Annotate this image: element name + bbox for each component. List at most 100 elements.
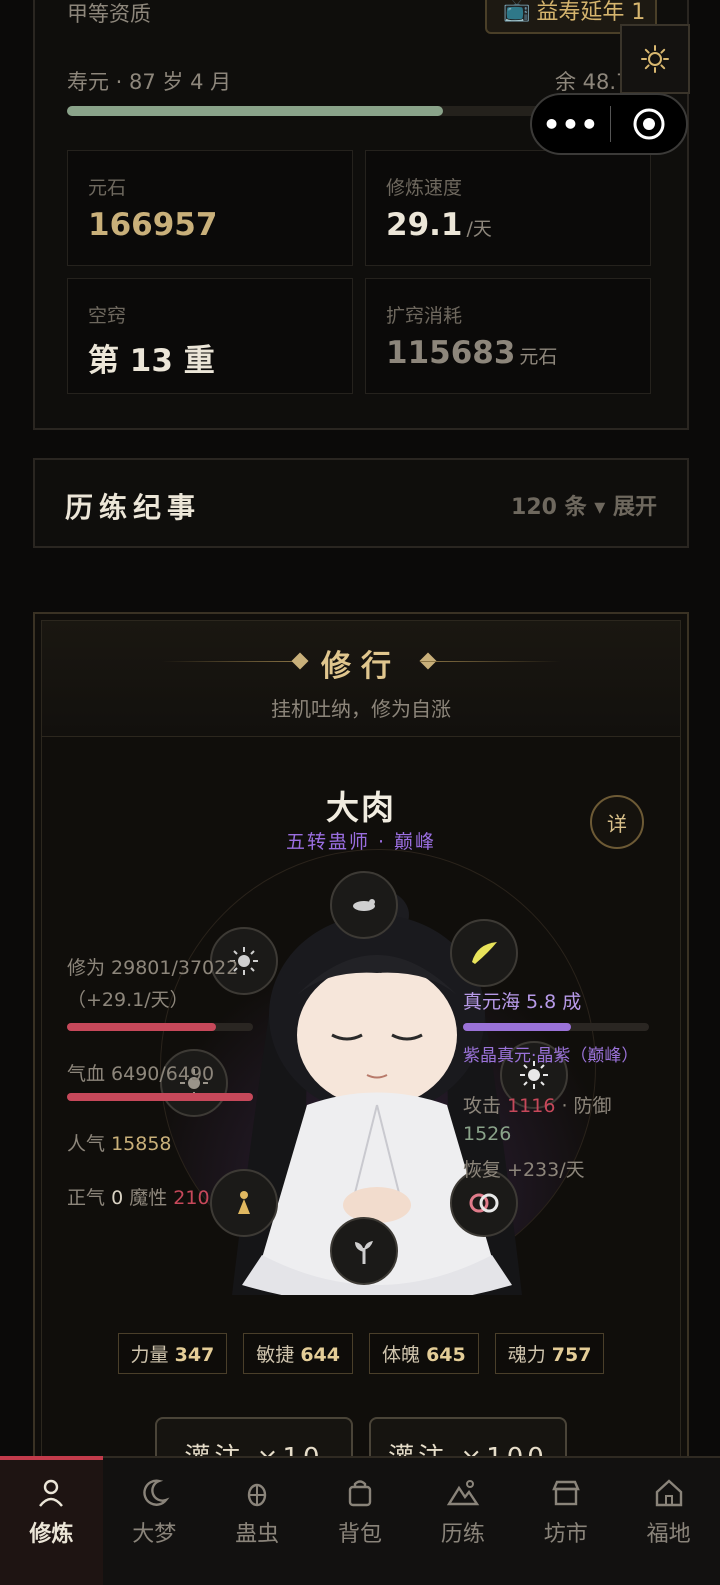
essence-grade: 紫晶真元·晶紫（巅峰） <box>463 1046 639 1066</box>
true-essence-sea: 真元海 5.8 成 <box>463 991 582 1013</box>
attribute-row: 力量 347 敏捷 644 体魄 645 魂力 757 <box>42 1333 680 1374</box>
hp-stat: 气血 6490/6490 <box>67 1063 215 1085</box>
morality-stat: 正气 0 魔性 210 <box>67 1183 210 1210</box>
mountain-icon <box>446 1480 480 1506</box>
stat-value: 第 13 重 <box>88 343 215 379</box>
attr-value: 347 <box>174 1344 215 1366</box>
tv-icon: 📺 <box>503 0 531 23</box>
essence-progress-bar <box>463 1023 649 1031</box>
attr-label: 敏捷 <box>256 1344 295 1366</box>
target-icon <box>633 108 664 140</box>
stat-label: 空窍 <box>88 305 127 327</box>
cultivation-progress-fill <box>67 1023 216 1031</box>
righteous-value: 0 <box>111 1187 124 1209</box>
attr-label: 魂力 <box>507 1344 546 1366</box>
history-expand-toggle[interactable]: 120 条 ▾ 展开 <box>511 489 657 521</box>
stat-unit: /天 <box>466 218 492 240</box>
stat-spirit-stone: 元石 166957 <box>67 150 353 266</box>
history-panel[interactable]: 历练纪事 120 条 ▾ 展开 <box>33 458 689 548</box>
stat-label: 元石 <box>88 177 127 199</box>
attr-label: 力量 <box>130 1344 169 1366</box>
gu-slot-orb[interactable] <box>210 1169 278 1237</box>
stat-value: 115683 <box>386 335 516 371</box>
righteous-label: 正气 <box>67 1187 106 1209</box>
defense-value: 1526 <box>463 1123 512 1145</box>
lifespan-label: 寿元 · 87 岁 4 月 <box>67 70 232 94</box>
stat-label: 扩窍消耗 <box>386 305 463 327</box>
tab-label: 蛊虫 <box>235 1522 280 1547</box>
stat-expand-cost: 扩窍消耗 115683 元石 <box>365 278 651 394</box>
recover-stat: 恢复 +233/天 <box>463 1159 585 1181</box>
cultivation-header: 修行 挂机吐纳，修为自涨 <box>42 621 680 737</box>
defense-label: · 防御 <box>561 1095 612 1117</box>
pawn-icon <box>238 1191 250 1214</box>
cultivation-progress-bar <box>67 1023 253 1031</box>
cultivation-stat: 修为 29801/37022 <box>67 957 239 979</box>
gu-slot-orb[interactable] <box>330 1217 398 1285</box>
attr-value: 645 <box>426 1344 466 1366</box>
essence-progress-fill <box>463 1023 571 1031</box>
attr-value: 644 <box>300 1344 340 1366</box>
attr-label: 体魄 <box>382 1344 421 1366</box>
shop-icon <box>551 1480 580 1506</box>
popularity-stat: 人气 15858 <box>67 1129 172 1156</box>
aptitude-grade: 甲等资质 <box>67 2 151 26</box>
bag-icon <box>348 1480 372 1507</box>
tab-label: 福地 <box>646 1522 691 1547</box>
attr-soul: 魂力 757 <box>494 1333 605 1374</box>
history-title: 历练纪事 <box>65 491 202 524</box>
worm-icon <box>353 899 375 911</box>
tab-adventure[interactable]: 历练 <box>411 1458 514 1585</box>
stat-unit: 元石 <box>519 346 558 368</box>
close-miniprogram-button[interactable] <box>611 106 686 142</box>
character-name: 大肉 <box>326 788 396 827</box>
more-dots-icon[interactable]: ••• <box>532 108 610 141</box>
moon-icon <box>143 1479 170 1506</box>
demonic-value: 210 <box>173 1187 210 1209</box>
detail-button[interactable]: 详 <box>590 795 644 849</box>
tab-label: 历练 <box>440 1522 485 1547</box>
cultivation-subtitle: 挂机吐纳，修为自涨 <box>271 697 451 721</box>
tab-blessed-land[interactable]: 福地 <box>617 1458 720 1585</box>
stat-cultivation-speed: 修炼速度 29.1/天 <box>365 150 651 266</box>
cultivation-rate: （+29.1/天） <box>67 989 189 1011</box>
rings-icon <box>469 1193 499 1213</box>
bottom-tab-bar: 修炼 大梦 蛊虫 背包 历练 坊市 福地 <box>0 1456 720 1585</box>
popularity-value: 15858 <box>111 1133 172 1155</box>
miniprogram-capsule: ••• <box>530 93 688 155</box>
tab-label: 大梦 <box>132 1522 177 1547</box>
tab-gu-worm[interactable]: 蛊虫 <box>206 1458 309 1585</box>
attr-strength: 力量 347 <box>117 1333 228 1374</box>
settings-button[interactable] <box>620 24 690 94</box>
tab-backpack[interactable]: 背包 <box>309 1458 412 1585</box>
tab-label: 背包 <box>338 1522 383 1547</box>
attr-value: 757 <box>551 1344 592 1366</box>
bug-icon <box>247 1483 267 1507</box>
tab-label: 修炼 <box>29 1522 74 1547</box>
status-card: 甲等资质 📺 益寿延年 1 寿元 · 87 岁 4 月 余 48.7 年 元石 … <box>33 0 689 430</box>
attack-value: 1116 <box>507 1095 556 1117</box>
stat-value-wrap: 115683 元石 <box>386 335 557 371</box>
hp-progress-fill <box>67 1093 253 1101</box>
ornament-line-right <box>420 661 560 662</box>
tab-dream[interactable]: 大梦 <box>103 1458 206 1585</box>
gu-slot-orb[interactable] <box>450 919 518 987</box>
tab-market[interactable]: 坊市 <box>514 1458 617 1585</box>
cultivation-frame: 修行 挂机吐纳，修为自涨 大肉 五转蛊师 · 巅峰 详 修为 29801/370… <box>41 620 681 1481</box>
popularity-label: 人气 <box>67 1133 106 1155</box>
leaf-icon <box>472 942 497 964</box>
gu-slot-orb[interactable] <box>330 871 398 939</box>
hp-progress-bar <box>67 1093 253 1101</box>
stat-value: 29.1 <box>386 207 463 243</box>
stat-label: 修炼速度 <box>386 177 463 199</box>
home-icon <box>655 1479 682 1507</box>
character-rank: 五转蛊师 · 巅峰 <box>285 831 437 853</box>
tab-cultivate[interactable]: 修炼 <box>0 1456 103 1585</box>
cultivation-title: 修行 <box>321 649 401 684</box>
extend-life-label: 益寿延年 1 <box>536 0 646 25</box>
stat-value: 166957 <box>88 207 218 243</box>
person-icon <box>39 1479 64 1507</box>
attr-agility: 敏捷 644 <box>243 1333 353 1374</box>
attack-label: 攻击 <box>463 1095 502 1117</box>
cultivation-panel: 修行 挂机吐纳，修为自涨 大肉 五转蛊师 · 巅峰 详 修为 29801/370… <box>33 612 689 1481</box>
